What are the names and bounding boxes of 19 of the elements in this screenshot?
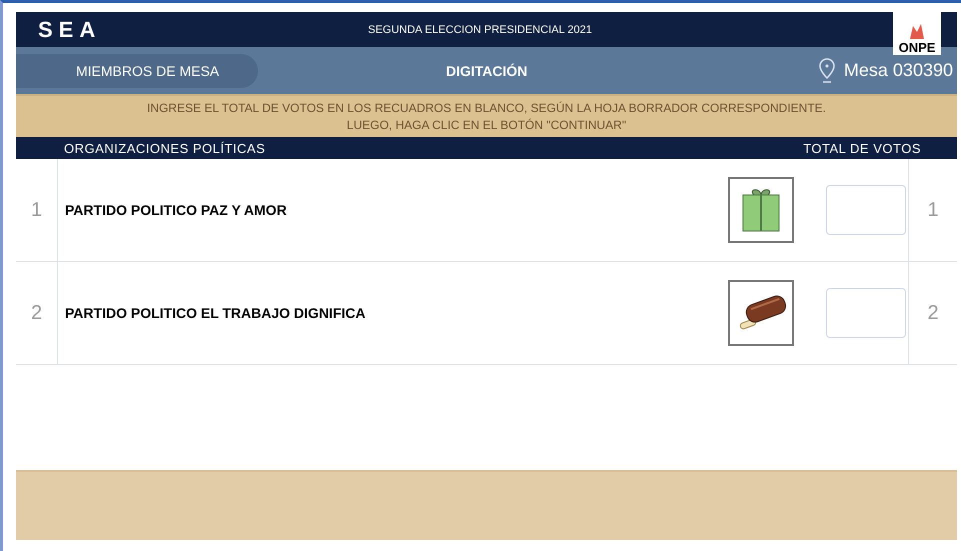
row-number: 2 — [16, 262, 58, 364]
party-name: PARTIDO POLITICO PAZ Y AMOR — [64, 202, 288, 218]
nav-tab[interactable]: MIEMBROS DE MESA — [16, 54, 258, 88]
row-number: 1 — [16, 159, 58, 261]
column-header: TOTAL DE VOTOS — [803, 140, 921, 156]
mesa-number: Mesa 030390 — [844, 60, 953, 81]
election-title: SEGUNDA ELECCION PRESIDENCIAL 2021 — [368, 24, 593, 36]
vote-input-field[interactable] — [826, 185, 906, 235]
row-number: 2 — [908, 262, 957, 364]
location-pin-icon — [818, 58, 836, 84]
gift-icon — [740, 187, 782, 233]
nav-tab[interactable]: DIGITACIÓN — [446, 54, 528, 88]
app-logo: SEA — [38, 16, 102, 42]
party-name: PARTIDO POLITICO EL TRABAJO DIGNIFICA — [64, 305, 366, 321]
column-header: ORGANIZACIONES POLÍTICAS — [64, 140, 266, 156]
instructions-banner: INGRESE EL TOTAL DE VOTOS EN LOS RECUADROS EN BLANCO, SEGÚN LA HOJA BORRADOR CORRESPONDIENTE. LUEGO, HAGA CLIC EN EL BOTÓN "CONTINUAR" — [16, 94, 957, 137]
row-number: 1 — [908, 159, 957, 261]
brand-logo: ONPE — [893, 12, 941, 55]
vote-input-field[interactable] — [826, 288, 906, 338]
